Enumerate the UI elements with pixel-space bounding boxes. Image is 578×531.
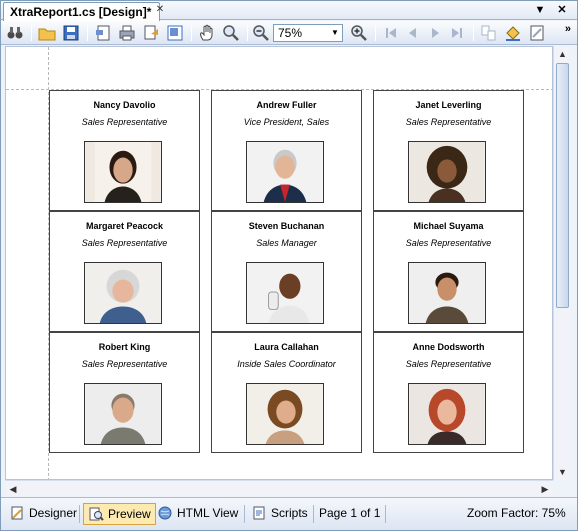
employee-photo: [408, 383, 486, 445]
zoom-select[interactable]: 75% ▼: [273, 24, 343, 42]
employee-title: Sales Representative: [405, 117, 492, 127]
document-tab-title: XtraReport1.cs [Design]*: [10, 5, 152, 19]
employee-photo: [84, 383, 162, 445]
employee-title: Vice President, Sales: [243, 117, 330, 127]
print-quick-icon[interactable]: [141, 23, 161, 43]
page-info: Page 1 of 1: [319, 506, 381, 520]
tab-html-view-label: HTML View: [177, 506, 239, 520]
previous-page-icon[interactable]: [403, 23, 423, 43]
toolbar-overflow-icon[interactable]: »: [565, 23, 571, 35]
hand-tool-icon[interactable]: [197, 23, 217, 43]
employee-name: Andrew Fuller: [256, 100, 317, 110]
preview-toolbar: 75% ▼ »: [1, 21, 577, 45]
scroll-up-icon[interactable]: ▲: [554, 46, 571, 62]
employee-name: Anne Dodsworth: [412, 342, 485, 352]
scroll-down-icon[interactable]: ▼: [554, 464, 571, 480]
employee-photo: [84, 262, 162, 324]
scroll-left-icon[interactable]: ◀: [5, 481, 21, 497]
zoom-factor: Zoom Factor: 75%: [467, 506, 566, 520]
employee-title: Inside Sales Coordinator: [237, 359, 336, 369]
employee-name: Janet Leverling: [415, 100, 482, 110]
employee-name: Steven Buchanan: [248, 221, 325, 231]
employee-card: Michael Suyama Sales Representative: [373, 211, 524, 332]
employee-card: Laura Callahan Inside Sales Coordinator: [211, 332, 362, 453]
employee-card: Nancy Davolio Sales Representative: [49, 90, 200, 211]
multiple-pages-icon[interactable]: [479, 23, 499, 43]
next-page-icon[interactable]: [425, 23, 445, 43]
tab-designer-label: Designer: [29, 506, 78, 520]
employee-title: Sales Representative: [81, 238, 168, 248]
tab-designer[interactable]: Designer: [5, 503, 81, 525]
employee-title: Sales Representative: [81, 117, 168, 127]
last-page-icon[interactable]: [447, 23, 467, 43]
report-preview-area: Nancy Davolio Sales Representative Andre…: [5, 46, 553, 480]
employee-photo: [408, 141, 486, 203]
employee-photo: [246, 262, 324, 324]
zoom-value: 75%: [278, 26, 303, 40]
employee-card: Margaret Peacock Sales Representative: [49, 211, 200, 332]
document-tabstrip: XtraReport1.cs [Design]* ✕ ▼ ✕: [1, 1, 577, 21]
employee-photo: [246, 141, 324, 203]
horizontal-scrollbar[interactable]: ◀ ▶: [5, 480, 553, 496]
zoom-in-icon[interactable]: [349, 23, 369, 43]
tab-preview-label: Preview: [108, 507, 151, 521]
employee-title: Sales Representative: [405, 238, 492, 248]
print-icon[interactable]: [117, 23, 137, 43]
save-icon[interactable]: [61, 23, 81, 43]
first-page-icon[interactable]: [381, 23, 401, 43]
window-close-icon[interactable]: ✕: [555, 3, 569, 17]
html-view-icon: [157, 505, 173, 521]
employee-card: Steven Buchanan Sales Manager: [211, 211, 362, 332]
designer-icon: [9, 505, 25, 521]
zoom-out-icon[interactable]: [251, 23, 271, 43]
employee-card: Anne Dodsworth Sales Representative: [373, 332, 524, 453]
window-position-icon[interactable]: ▼: [533, 3, 547, 17]
employee-title: Sales Representative: [81, 359, 168, 369]
scale-icon[interactable]: [165, 23, 185, 43]
magnifier-icon[interactable]: [221, 23, 241, 43]
scripts-icon: [251, 505, 267, 521]
employee-name: Michael Suyama: [413, 221, 484, 231]
chevron-down-icon[interactable]: ▼: [329, 26, 341, 40]
vertical-scroll-thumb[interactable]: [556, 63, 569, 308]
tab-scripts[interactable]: Scripts: [247, 503, 312, 525]
page-setup-icon[interactable]: [93, 23, 113, 43]
tab-preview[interactable]: Preview: [83, 503, 156, 525]
tab-close-icon[interactable]: ✕: [154, 4, 166, 16]
employee-name: Margaret Peacock: [85, 221, 164, 231]
employee-card: Janet Leverling Sales Representative: [373, 90, 524, 211]
employee-name: Laura Callahan: [254, 342, 319, 352]
document-tab[interactable]: XtraReport1.cs [Design]*: [3, 2, 161, 21]
employee-photo: [246, 383, 324, 445]
employee-card: Andrew Fuller Vice President, Sales: [211, 90, 362, 211]
vertical-scrollbar[interactable]: ▲ ▼: [553, 46, 570, 480]
employee-photo: [84, 141, 162, 203]
employee-photo: [408, 262, 486, 324]
find-icon[interactable]: [5, 23, 25, 43]
tab-html-view[interactable]: HTML View: [153, 503, 242, 525]
background-color-icon[interactable]: [503, 23, 523, 43]
tab-scripts-label: Scripts: [271, 506, 308, 520]
status-bar: Designer Preview HTML View Scripts Page …: [1, 497, 577, 530]
scroll-right-icon[interactable]: ▶: [537, 481, 553, 497]
employee-name: Robert King: [98, 342, 151, 352]
open-icon[interactable]: [37, 23, 57, 43]
employee-name: Nancy Davolio: [93, 100, 156, 110]
employee-card: Robert King Sales Representative: [49, 332, 200, 453]
report-designer-window: XtraReport1.cs [Design]* ✕ ▼ ✕ 75% ▼ » N…: [0, 0, 578, 531]
watermark-icon[interactable]: [527, 23, 547, 43]
employee-title: Sales Manager: [256, 238, 317, 248]
preview-icon: [88, 506, 104, 522]
employee-title: Sales Representative: [405, 359, 492, 369]
